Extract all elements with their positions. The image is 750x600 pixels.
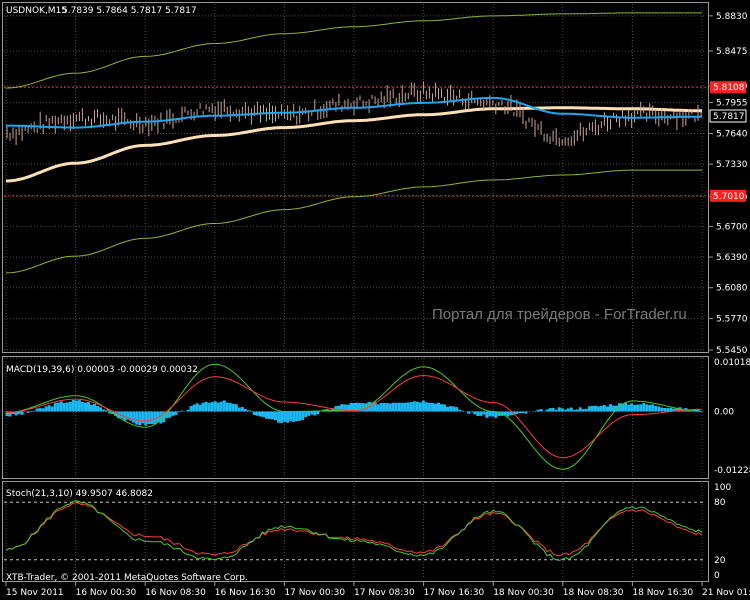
stoch-series: [5, 500, 703, 561]
price-tick-label: 5.6080: [716, 284, 748, 294]
macd-tick-label: 0.00: [714, 407, 734, 417]
stoch-label: Stoch(21,3,10) 49.9507 46.8082: [6, 489, 153, 499]
price-tick-label: 5.5450: [716, 346, 748, 356]
stoch-tick-label: 80: [714, 498, 726, 508]
symbol-label: USDNOK,M15: [6, 6, 67, 16]
macd-label: MACD(19,39,6) 0.00003 -0.00029 0.00032: [6, 365, 198, 375]
chart-canvas[interactable]: 15 Nov 2011 16 Nov 00:30 16 Nov 08:30 16 No…: [0, 0, 750, 600]
time-label: 15 Nov 2011: [6, 588, 64, 598]
price-tick-label: 5.5770: [716, 314, 748, 324]
price-tick-label: 5.8475: [716, 47, 748, 57]
price-tick-label: 5.8830: [716, 12, 748, 22]
watermark: Портал для трейдеров - ForTrader.ru: [432, 306, 687, 323]
main-chart-frame: [2, 2, 709, 353]
stoch-tick-label: 20: [714, 556, 726, 566]
price-tick-label: 5.7955: [716, 98, 748, 108]
price-tick-label: 5.6390: [716, 253, 748, 263]
macd-tick-label: -0.01228: [714, 466, 750, 476]
main-series: [4, 12, 706, 274]
stoch-tick-label: 0: [714, 571, 720, 581]
price-tick-label: 5.6700: [716, 222, 748, 232]
ohlc-readout: 5.7839 5.7864 5.7817 5.7817: [62, 6, 197, 16]
chart-window[interactable]: 15 Nov 2011 16 Nov 00:30 16 Nov 08:30 16 No…: [0, 0, 750, 600]
time-label: 18 Nov 00:30: [493, 588, 554, 598]
time-label: 16 Nov 00:30: [76, 588, 137, 598]
price-tick-label: 5.7640: [716, 130, 748, 140]
envelope-lower-line: [5, 169, 702, 274]
time-label: 18 Nov 08:30: [563, 588, 624, 598]
time-label: 17 Nov 08:30: [354, 588, 415, 598]
price-level-label: 5.8108: [713, 83, 745, 93]
time-label: 17 Nov 00:30: [284, 588, 345, 598]
price-tick-label: 5.7330: [716, 160, 748, 170]
stoch-tick-label: 100: [714, 483, 731, 493]
copyright: XTB-Trader, © 2001-2011 MetaQuotes Softw…: [6, 573, 248, 583]
price-level-label: 5.7010: [713, 192, 745, 202]
time-label: 18 Nov 16:30: [632, 588, 693, 598]
macd-tick-label: 0.01018: [714, 358, 750, 368]
time-label: 16 Nov 08:30: [145, 588, 206, 598]
time-label: 21 Nov 01:30: [702, 588, 750, 598]
time-label: 17 Nov 16:30: [424, 588, 485, 598]
current-price-label: 5.7817: [713, 112, 745, 122]
time-label: 16 Nov 16:30: [215, 588, 276, 598]
